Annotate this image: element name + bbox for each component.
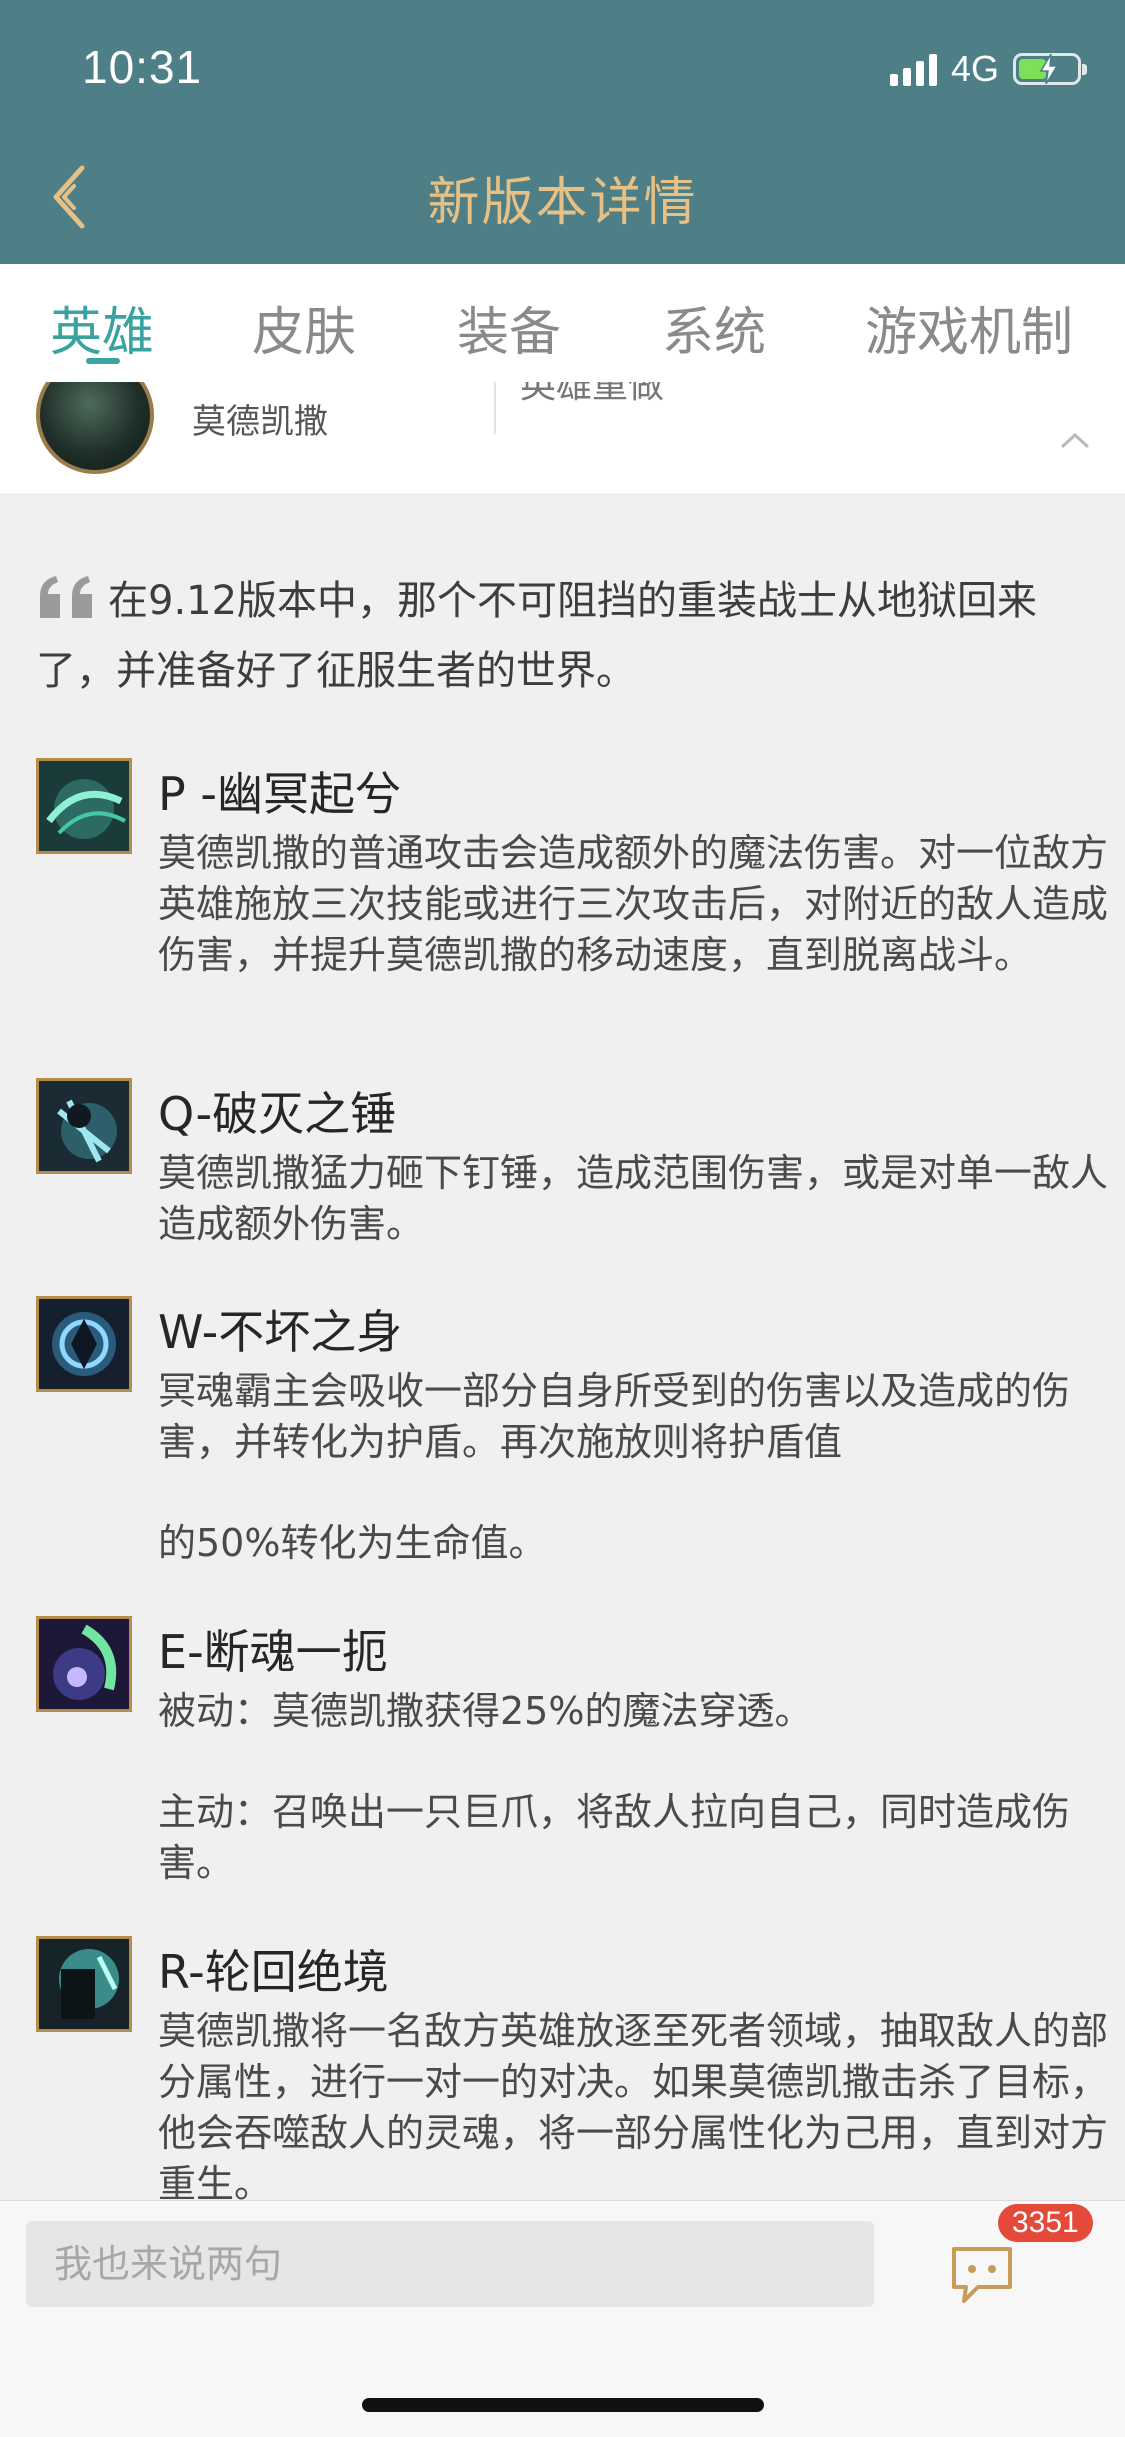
signal-icon bbox=[889, 52, 937, 86]
battery-icon bbox=[1013, 53, 1087, 85]
chat-bubble-icon bbox=[952, 2247, 1012, 2303]
quote-text: 在9.12版本中，那个不可阻挡的重装战士从地狱回来了，并准备好了征服生者的世界。 bbox=[36, 578, 1038, 694]
comment-count-badge: 3351 bbox=[998, 2204, 1093, 2242]
skill-text: 莫德凯撒的普通攻击会造成额外的魔法伤害。对一位敌方英雄施放三次技能或进行三次攻击… bbox=[158, 831, 1109, 977]
quote-icon bbox=[40, 576, 92, 618]
skill-text: 主动：召唤出一只巨爪，将敌人拉向自己，同时造成伤害。 bbox=[158, 1790, 1071, 1885]
skill-description: 莫德凯撒将一名敌方英雄放逐至死者领域，抽取敌人的部分属性，进行一对一的对决。如果… bbox=[158, 2006, 1108, 2200]
w-skill-icon bbox=[36, 1296, 132, 1392]
tab-items[interactable]: 装备 bbox=[457, 290, 561, 365]
skill-title: E-断魂一扼 bbox=[158, 1625, 388, 1679]
hero-avatar[interactable] bbox=[36, 382, 154, 474]
skill-text: 莫德凯撒猛力砸下钉锤，造成范围伤害，或是对单一敌人造成额外伤害。 bbox=[158, 1151, 1109, 1246]
page-title: 新版本详情 bbox=[427, 173, 698, 233]
tab-skins[interactable]: 皮肤 bbox=[252, 290, 356, 365]
hero-card: 莫德凯撒 英雄重做 bbox=[0, 382, 1125, 495]
r-skill-icon bbox=[36, 1936, 132, 2032]
skill-text: 被动：莫德凯撒获得25%的魔法穿透。 bbox=[158, 1689, 813, 1733]
divider bbox=[494, 382, 496, 434]
skill-title: R-轮回绝境 bbox=[158, 1945, 389, 1999]
status-time: 10:31 bbox=[82, 41, 203, 93]
comments-button[interactable] bbox=[948, 2243, 1016, 2307]
chevron-up-icon bbox=[1061, 432, 1089, 448]
skill-text: 莫德凯撒将一名敌方英雄放逐至死者领域，抽取敌人的部分属性，进行一对一的对决。如果… bbox=[158, 2009, 1109, 2200]
intro-quote: 在9.12版本中，那个不可阻挡的重装战士从地狱回来了，并准备好了征服生者的世界。 bbox=[36, 566, 1066, 706]
skill-description: 冥魂霸主会吸收一部分自身所受到的伤害以及造成的伤害，并转化为护盾。再次施放则将护… bbox=[158, 1366, 1108, 1569]
comment-input[interactable] bbox=[26, 2221, 874, 2307]
category-tabs: 英雄 皮肤 装备 系统 游戏机制 bbox=[0, 264, 1125, 383]
passive-skill-icon bbox=[36, 758, 132, 854]
skill-title: P -幽冥起兮 bbox=[158, 767, 401, 821]
status-indicators: 4G bbox=[889, 44, 1087, 94]
skill-description: 被动：莫德凯撒获得25%的魔法穿透。 主动：召唤出一只巨爪，将敌人拉向自己，同时… bbox=[158, 1686, 1108, 1889]
top-header: 10:31 4G 新版本详情 bbox=[0, 0, 1125, 264]
e-skill-icon bbox=[36, 1616, 132, 1712]
network-type: 4G bbox=[950, 48, 999, 89]
skill-description: 莫德凯撒的普通攻击会造成额外的魔法伤害。对一位敌方英雄施放三次技能或进行三次攻击… bbox=[158, 828, 1108, 981]
content-area: 在9.12版本中，那个不可阻挡的重装战士从地狱回来了，并准备好了征服生者的世界。… bbox=[0, 494, 1125, 2200]
hero-change-type: 英雄重做 bbox=[520, 382, 665, 406]
q-skill-icon bbox=[36, 1078, 132, 1174]
skill-title: W-不坏之身 bbox=[158, 1305, 403, 1359]
hero-name: 莫德凯撒 bbox=[192, 402, 328, 442]
tab-system[interactable]: 系统 bbox=[662, 290, 766, 365]
skill-text: 冥魂霸主会吸收一部分自身所受到的伤害以及造成的伤害，并转化为护盾。再次施放则将护… bbox=[158, 1369, 1071, 1464]
skill-title: Q-破灭之锤 bbox=[158, 1087, 397, 1141]
skill-text: 的50%转化为生命值。 bbox=[158, 1521, 547, 1565]
collapse-button[interactable] bbox=[1055, 424, 1095, 454]
active-tab-indicator bbox=[86, 358, 120, 364]
home-indicator bbox=[362, 2398, 764, 2412]
tab-heroes[interactable]: 英雄 bbox=[50, 290, 154, 365]
tab-game-mechanics[interactable]: 游戏机制 bbox=[865, 290, 1073, 365]
skill-description: 莫德凯撒猛力砸下钉锤，造成范围伤害，或是对单一敌人造成额外伤害。 bbox=[158, 1148, 1108, 1250]
